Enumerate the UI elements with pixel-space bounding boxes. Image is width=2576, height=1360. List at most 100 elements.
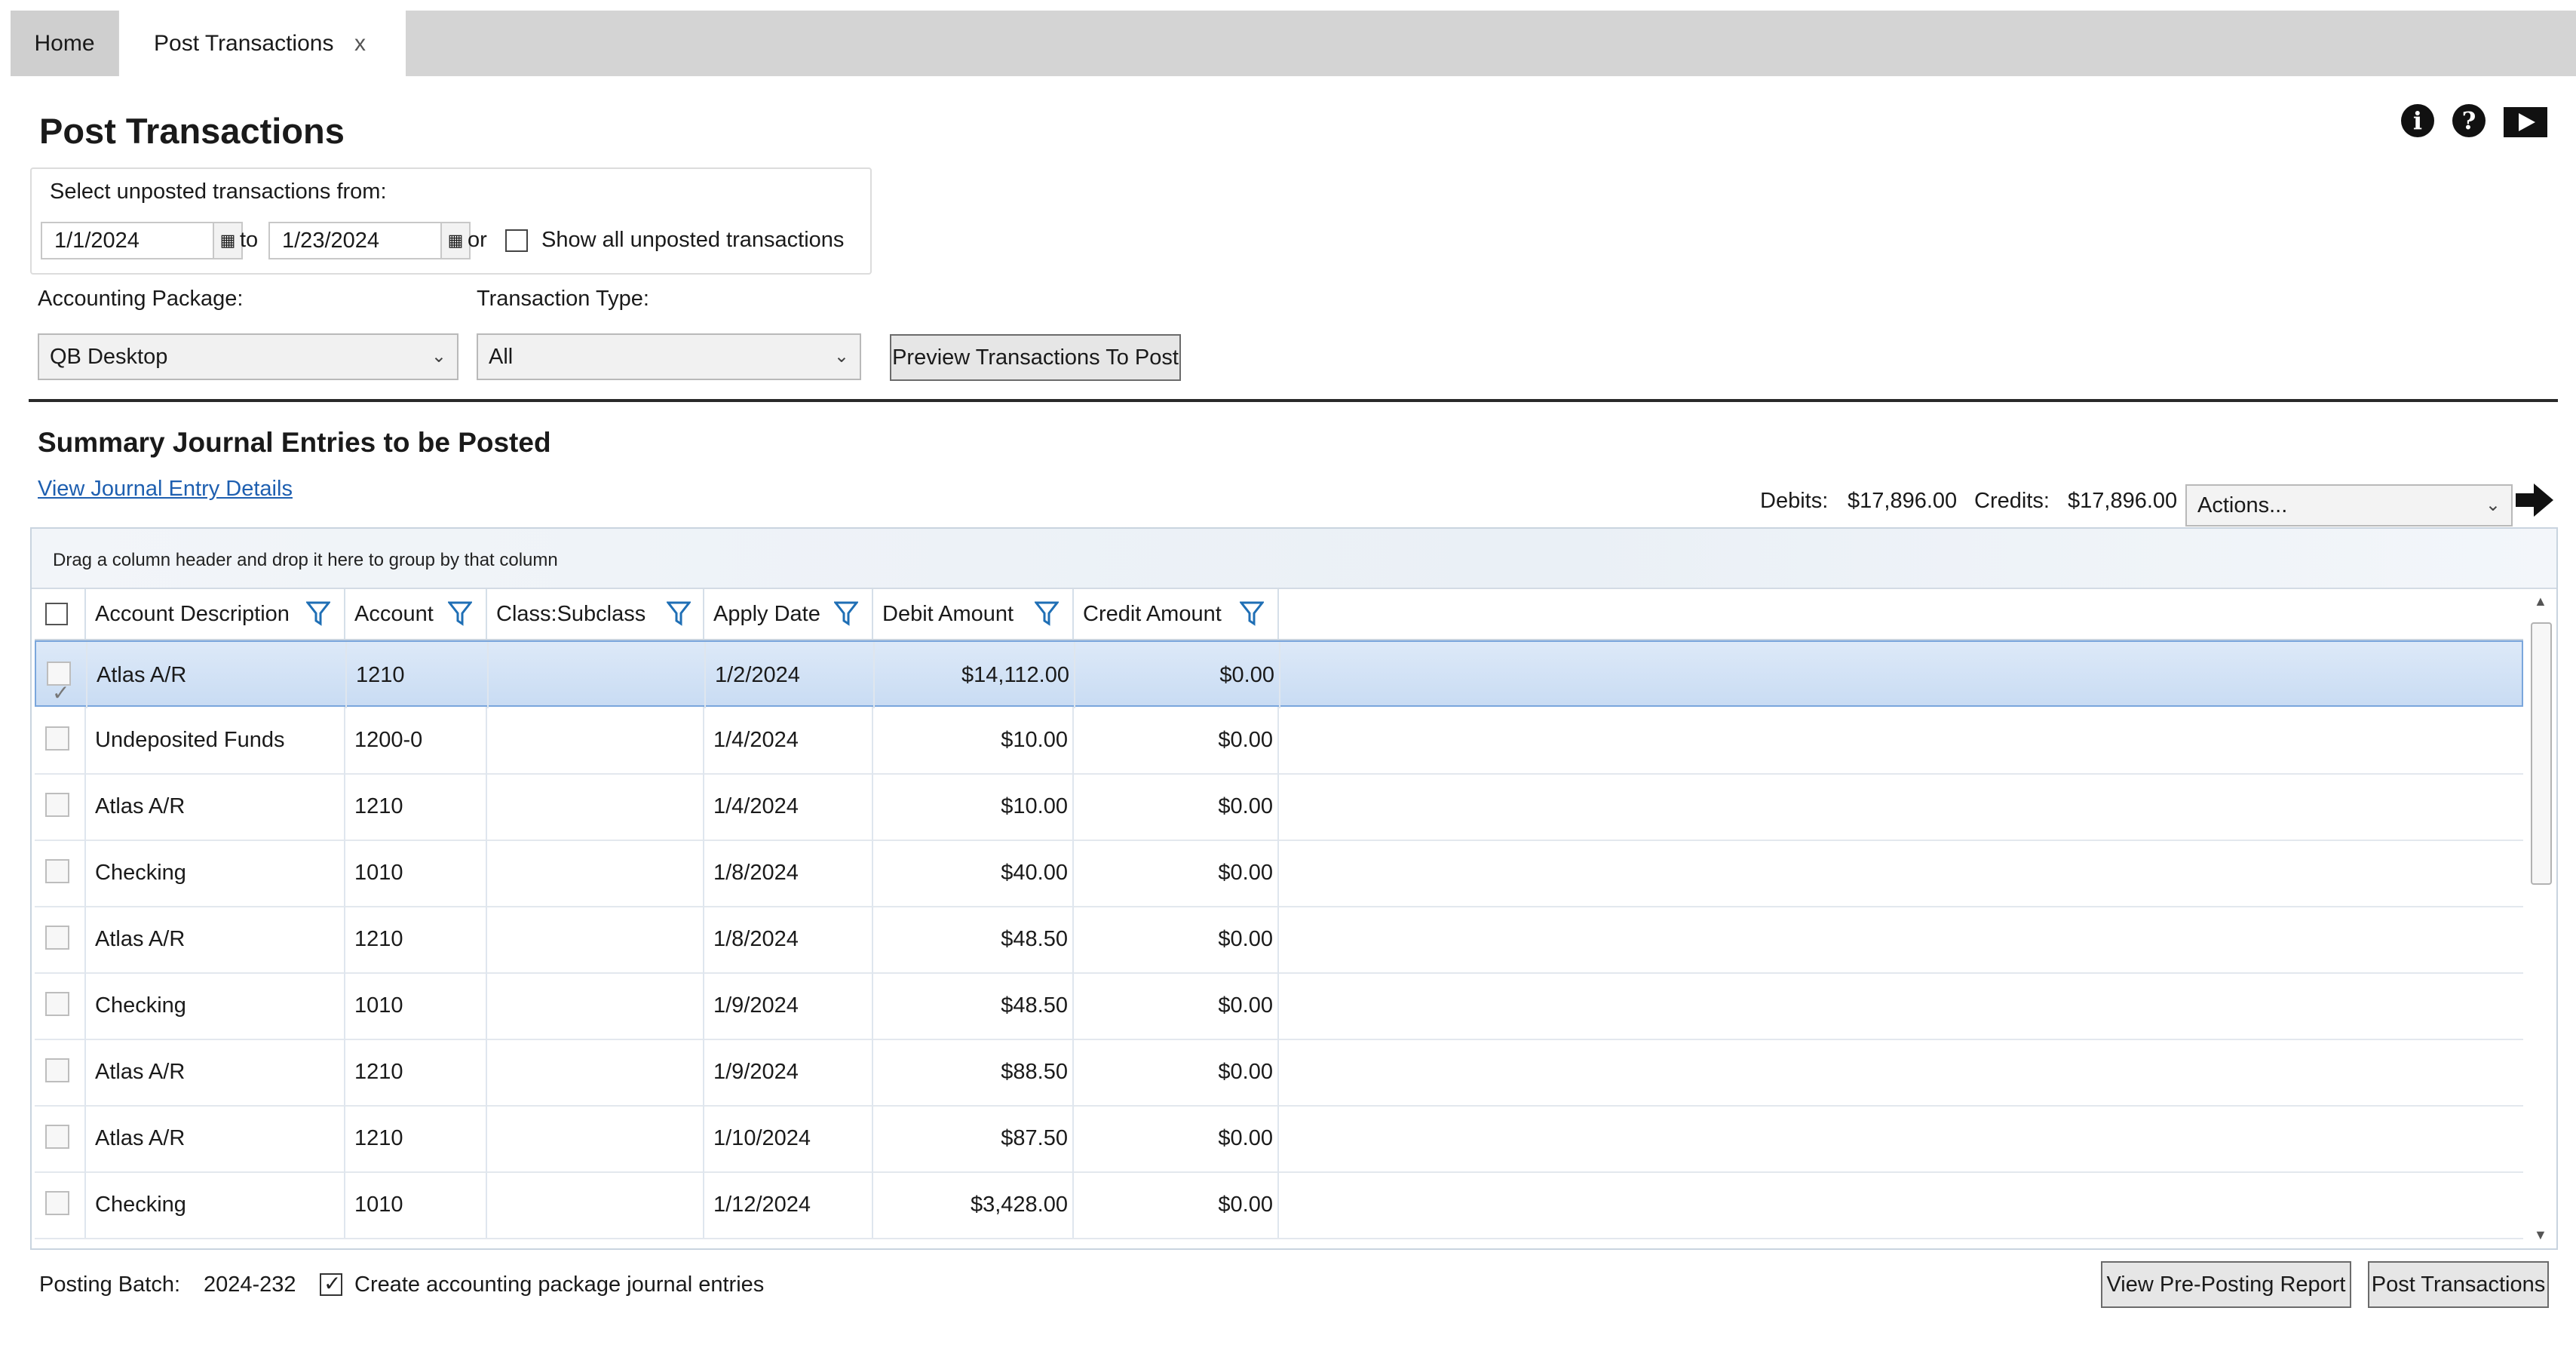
scrollbar-thumb[interactable] [2531,622,2552,885]
date-filter-group: Select unposted transactions from: 1/1/2… [30,167,872,275]
column-header-account[interactable]: Account [345,589,487,639]
row-checkbox[interactable] [45,726,69,751]
transaction-type-select[interactable]: All ⌄ [477,333,861,380]
accounting-package-value: QB Desktop [50,345,167,369]
row-checkbox[interactable] [45,1125,69,1149]
view-journal-entry-details-link[interactable]: View Journal Entry Details [38,477,293,502]
table-row[interactable]: Checking 1010 1/8/2024 $40.00 $0.00 [35,840,2523,907]
debits-value: $17,896.00 [1848,489,1957,514]
group-by-panel[interactable]: Drag a column header and drop it here to… [32,529,2556,589]
column-header-credit-amount[interactable]: Credit Amount [1074,589,1279,639]
column-header-debit-amount[interactable]: Debit Amount [873,589,1074,639]
post-transactions-button[interactable]: Post Transactions [2368,1261,2549,1308]
row-checkbox[interactable] [45,859,69,883]
grid-header: Account Description Account Class:Subcla… [35,589,2523,640]
grid-body: Atlas A/R 1210 1/2/2024 $14,112.00 $0.00… [35,640,2523,1248]
arrow-right-icon[interactable] [2516,484,2553,517]
filter-icon[interactable] [448,600,472,626]
filter-icon[interactable] [834,600,858,626]
cell-account-description: Undeposited Funds [86,707,345,773]
cell-apply-date: 1/4/2024 [704,773,873,840]
row-check-cell [35,1171,86,1238]
tab-post-transactions-label: Post Transactions [154,11,333,76]
select-all-checkbox[interactable] [45,603,68,625]
or-label: or [468,228,487,253]
help-icon[interactable]: ? [2452,104,2486,137]
to-label: to [240,228,258,253]
cell-debit-amount: $48.50 [873,972,1074,1039]
chevron-down-icon: ⌄ [431,335,446,379]
column-header-label: Credit Amount [1083,602,1222,626]
cell-credit-amount: $0.00 [1075,642,1280,708]
filter-icon[interactable] [1240,600,1264,626]
accounting-package-label: Accounting Package: [38,287,243,312]
cell-account-description: Atlas A/R [87,642,347,708]
actions-select[interactable]: Actions... ⌄ [2185,484,2513,527]
row-checkbox[interactable] [45,992,69,1016]
cell-credit-amount: $0.00 [1074,1105,1279,1171]
cell-debit-amount: $3,428.00 [873,1171,1074,1238]
table-row[interactable]: Atlas A/R 1210 1/4/2024 $10.00 $0.00 [35,773,2523,841]
table-row[interactable]: Undeposited Funds 1200-0 1/4/2024 $10.00… [35,707,2523,775]
table-row[interactable]: Atlas A/R 1210 1/9/2024 $88.50 $0.00 [35,1039,2523,1107]
tab-post-transactions[interactable]: Post Transactions x [119,11,406,76]
row-check-cell [35,840,86,906]
credits-label: Credits: [1974,489,2050,514]
cell-credit-amount: $0.00 [1074,1171,1279,1238]
tab-home[interactable]: Home [11,11,118,76]
column-header-apply-date[interactable]: Apply Date [704,589,873,639]
create-entries-checkbox[interactable] [320,1273,342,1296]
scroll-up-icon[interactable]: ▲ [2534,594,2547,609]
cell-account-description: Atlas A/R [86,773,345,840]
row-checkbox[interactable] [45,1191,69,1215]
accounting-package-select[interactable]: QB Desktop ⌄ [38,333,458,380]
credits-value: $17,896.00 [2068,489,2177,514]
row-checkbox[interactable] [45,926,69,950]
from-date-input[interactable]: 1/1/2024 [41,222,214,259]
transaction-type-label: Transaction Type: [477,287,649,312]
from-calendar-icon[interactable]: ▦ [214,222,243,259]
chevron-down-icon: ⌄ [2486,486,2501,525]
summary-title: Summary Journal Entries to be Posted [38,427,551,459]
cell-credit-amount: $0.00 [1074,773,1279,840]
table-row[interactable]: Checking 1010 1/9/2024 $48.50 $0.00 [35,972,2523,1040]
row-checkbox[interactable] [45,793,69,817]
row-checkbox[interactable] [45,1058,69,1082]
show-all-checkbox[interactable] [505,229,528,252]
to-calendar-icon[interactable]: ▦ [442,222,471,259]
tab-close-icon[interactable]: x [354,11,366,76]
row-checkbox[interactable] [47,662,71,686]
video-icon[interactable] [2504,107,2547,137]
show-all-label: Show all unposted transactions [541,228,844,253]
filter-icon[interactable] [306,600,330,626]
table-row[interactable]: Atlas A/R 1210 1/2/2024 $14,112.00 $0.00 [35,640,2523,707]
select-all-header [35,589,86,639]
filter-icon[interactable] [667,600,691,626]
cell-account: 1210 [345,773,487,840]
cell-account: 1210 [347,642,489,708]
view-pre-posting-report-button[interactable]: View Pre-Posting Report [2101,1261,2351,1308]
table-row[interactable]: Atlas A/R 1210 1/8/2024 $48.50 $0.00 [35,906,2523,974]
cell-class-subclass [487,906,704,972]
cell-account: 1010 [345,840,487,906]
cell-account: 1210 [345,1105,487,1171]
column-header-label: Debit Amount [882,602,1014,626]
info-icon[interactable]: i [2401,104,2434,137]
cell-apply-date: 1/4/2024 [704,707,873,773]
column-header-class-subclass[interactable]: Class:Subclass [487,589,704,639]
filter-icon[interactable] [1035,600,1059,626]
table-row[interactable]: Atlas A/R 1210 1/10/2024 $87.50 $0.00 [35,1105,2523,1173]
cell-account-description: Checking [86,840,345,906]
row-check-cell [35,773,86,840]
page-title: Post Transactions [39,110,345,152]
vertical-scrollbar[interactable]: ▲ ▼ [2528,589,2555,1247]
scroll-down-icon[interactable]: ▼ [2534,1227,2547,1243]
posting-batch-label: Posting Batch: [39,1273,180,1297]
to-date-input[interactable]: 1/23/2024 [268,222,442,259]
column-header-account-description[interactable]: Account Description [86,589,345,639]
cell-debit-amount: $87.50 [873,1105,1074,1171]
date-filter-legend: Select unposted transactions from: [50,180,387,204]
table-row[interactable]: Checking 1010 1/12/2024 $3,428.00 $0.00 [35,1171,2523,1239]
preview-transactions-button[interactable]: Preview Transactions To Post [890,334,1181,381]
column-header-label: Apply Date [713,602,820,626]
